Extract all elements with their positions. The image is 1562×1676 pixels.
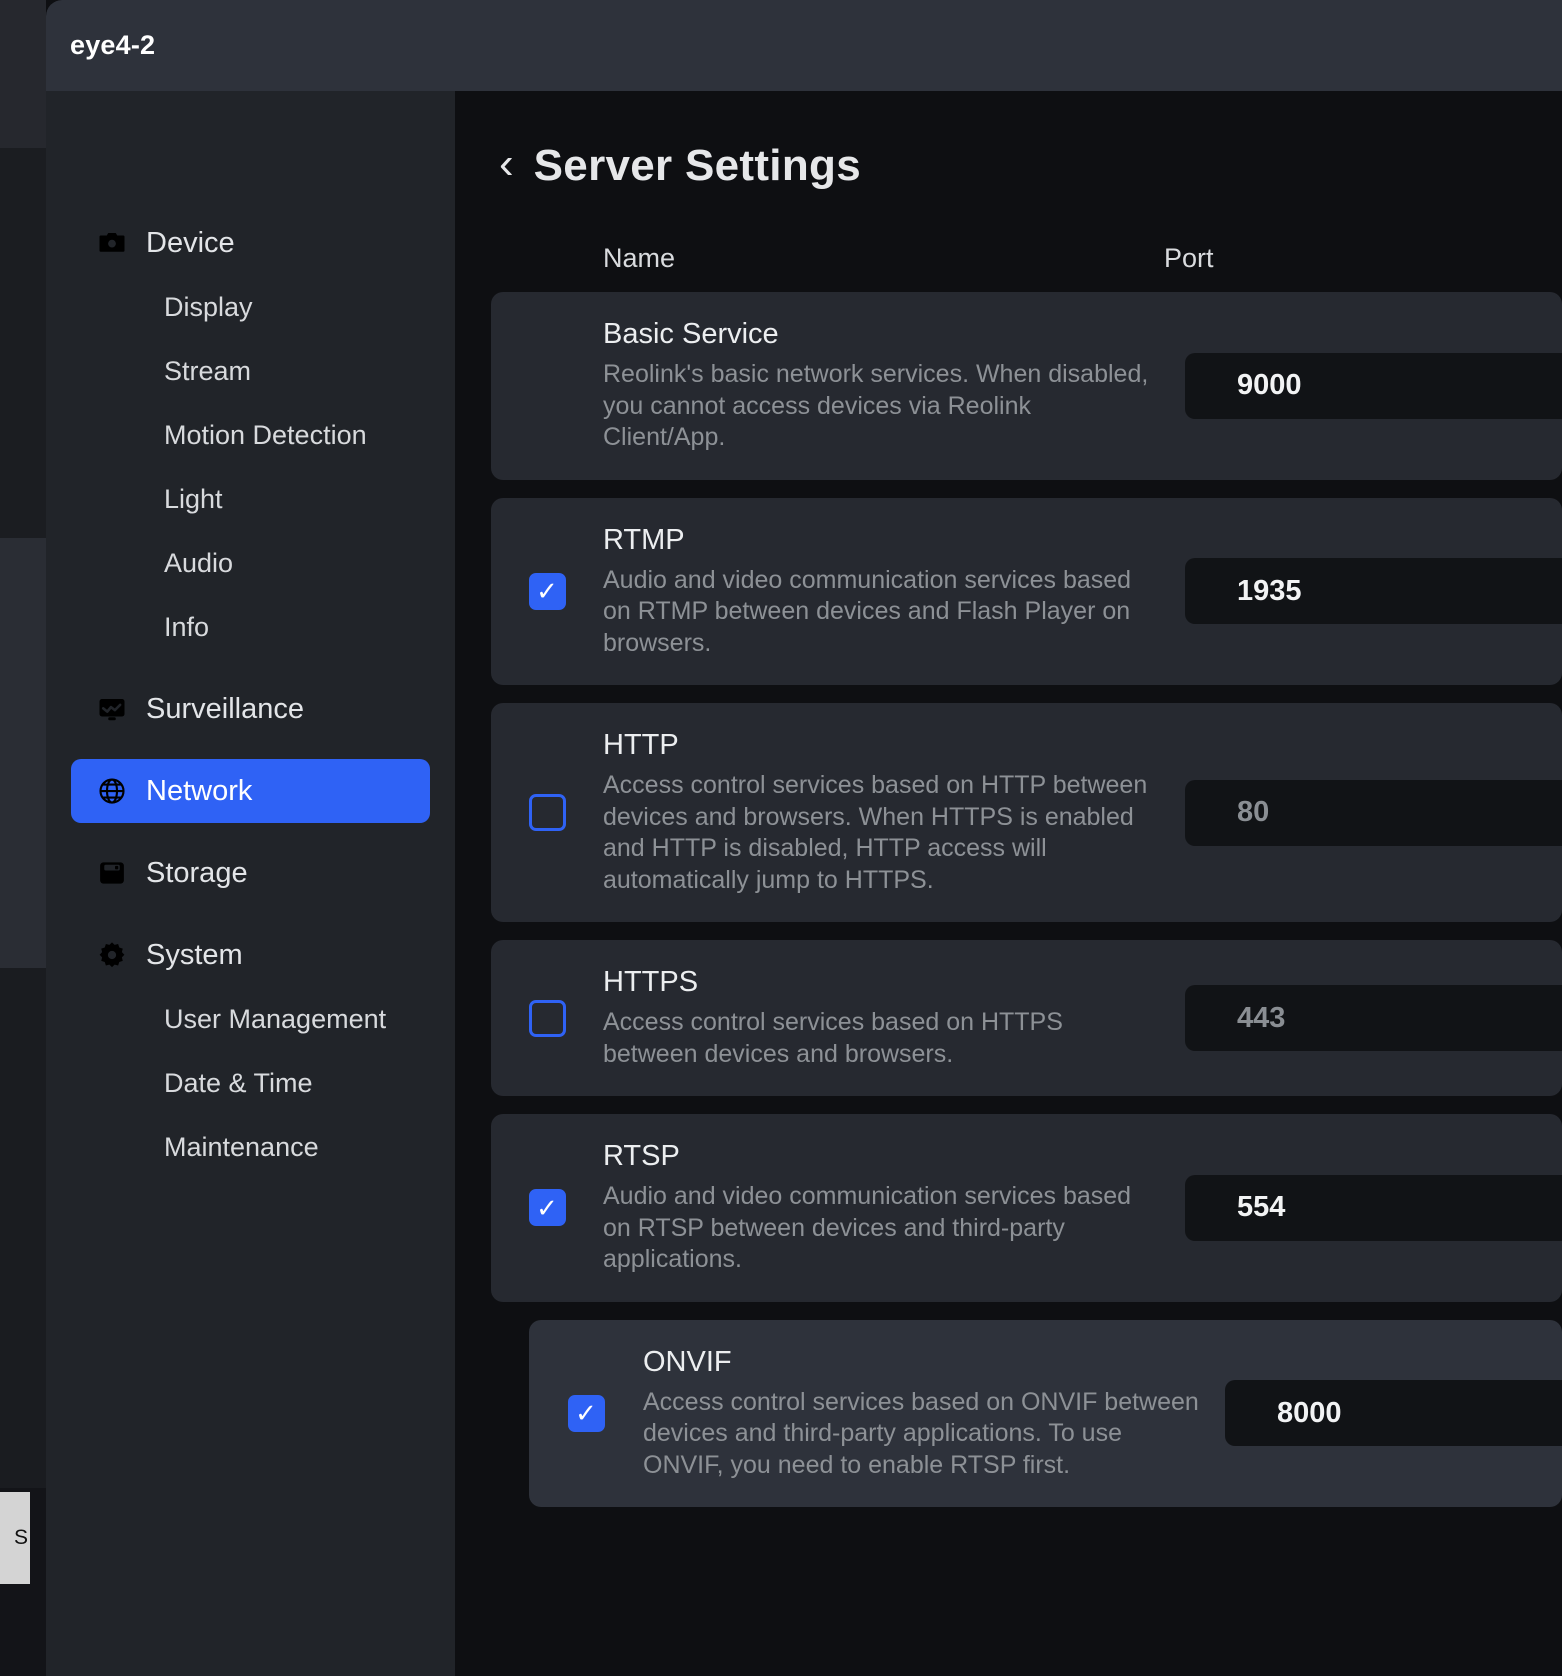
- column-header-port: Port: [1164, 243, 1214, 273]
- service-enable-checkbox[interactable]: ✓: [528, 572, 566, 610]
- service-checkbox-cell: ✓: [491, 1189, 603, 1227]
- checkmark-icon: ✓: [536, 576, 558, 607]
- globe-icon: [97, 776, 127, 806]
- sidebar-navigation: Device Display Stream Motion Detection Light…: [46, 91, 455, 1676]
- service-text-cell: HTTPS Access control services based on HT…: [603, 966, 1159, 1070]
- service-port-input[interactable]: 80: [1185, 779, 1562, 846]
- service-row: ✓ ONVIF Access control services based on O…: [529, 1319, 1562, 1507]
- sidebar-item-audio[interactable]: Audio: [46, 531, 455, 595]
- service-text-cell: Basic Service Reolink's basic network ser…: [603, 318, 1159, 454]
- service-port-cell: 554: [1159, 1174, 1562, 1241]
- service-text-cell: RTSP Audio and video communication servic…: [603, 1140, 1159, 1276]
- service-checkbox-cell: ✓: [529, 1394, 643, 1432]
- service-checkbox-cell: ✓: [491, 794, 603, 831]
- service-port-input[interactable]: 443: [1185, 985, 1562, 1051]
- sidebar-item-surveillance[interactable]: Surveillance: [71, 677, 430, 741]
- application-window: eye4-2 Device Display Stream Motion Detecti…: [46, 0, 1562, 1676]
- table-column-headers: Name Port: [455, 243, 1562, 274]
- service-enable-checkbox[interactable]: ✓: [567, 1394, 605, 1432]
- service-list: Basic Service Reolink's basic network ser…: [455, 292, 1562, 1507]
- service-description: Access control services based on ONVIF b…: [643, 1387, 1199, 1479]
- service-row: ✓ HTTP Access control services based on HT…: [491, 703, 1562, 922]
- service-port-cell: 443: [1159, 985, 1562, 1051]
- sidebar-item-light[interactable]: Light: [46, 467, 455, 531]
- page-header: ‹ Server Settings: [455, 91, 1562, 191]
- service-row: ✓ HTTPS Access control services based on H…: [491, 940, 1562, 1096]
- service-text-cell: HTTP Access control services based on HTT…: [603, 729, 1159, 896]
- disk-icon: [97, 858, 127, 888]
- column-header-name: Name: [603, 243, 676, 273]
- sidebar-item-network[interactable]: Network: [71, 759, 430, 823]
- camera-icon: [97, 228, 127, 258]
- service-port-input[interactable]: 554: [1185, 1174, 1562, 1241]
- service-row: Basic Service Reolink's basic network ser…: [491, 292, 1562, 480]
- service-text-cell: ONVIF Access control services based on ON…: [643, 1346, 1199, 1482]
- service-port-input[interactable]: 1935: [1185, 558, 1562, 625]
- service-enable-checkbox[interactable]: ✓: [528, 1189, 566, 1227]
- background-window-sliver-top: [0, 0, 46, 148]
- service-description: Access control services based on HTTPS b…: [603, 1008, 1063, 1068]
- background-window-sliver-lower: [0, 968, 46, 1488]
- sidebar-item-label: Network: [146, 774, 253, 807]
- service-port-input[interactable]: 8000: [1225, 1380, 1562, 1447]
- service-description: Access control services based on HTTP be…: [603, 771, 1148, 894]
- service-port-cell: 80: [1159, 779, 1562, 846]
- service-text-cell: RTMP Audio and video communication servic…: [603, 524, 1159, 660]
- sidebar-item-display[interactable]: Display: [46, 275, 455, 339]
- sidebar-item-stream[interactable]: Stream: [46, 339, 455, 403]
- sidebar-item-date-time[interactable]: Date & Time: [46, 1051, 455, 1115]
- service-description: Audio and video communication services b…: [603, 1182, 1132, 1273]
- service-enable-checkbox[interactable]: ✓: [528, 794, 566, 831]
- service-port-cell: 9000: [1159, 352, 1562, 419]
- sidebar-item-label: Device: [146, 226, 235, 259]
- sidebar-item-motion-detection[interactable]: Motion Detection: [46, 403, 455, 467]
- window-titlebar: eye4-2: [46, 0, 1562, 91]
- service-name: HTTPS: [603, 966, 699, 998]
- sidebar-item-label: Surveillance: [146, 692, 304, 725]
- service-port-cell: 1935: [1159, 558, 1562, 625]
- gear-icon: [97, 940, 127, 970]
- monitor-icon: [97, 694, 127, 724]
- sidebar-item-storage[interactable]: Storage: [71, 841, 430, 905]
- sidebar-item-user-management[interactable]: User Management: [46, 987, 455, 1051]
- sidebar-item-system[interactable]: System: [71, 923, 430, 987]
- background-taskbar-chip[interactable]: S: [0, 1492, 30, 1584]
- content-pane: ‹ Server Settings Name Port Basic Servic…: [455, 91, 1562, 1676]
- background-window-sliver-middle: [0, 538, 46, 968]
- sidebar-item-info[interactable]: Info: [46, 595, 455, 659]
- service-checkbox-cell: ✓: [491, 572, 603, 610]
- back-chevron-icon[interactable]: ‹: [499, 142, 514, 186]
- service-port-input[interactable]: 9000: [1185, 352, 1562, 419]
- service-port-cell: 8000: [1199, 1380, 1562, 1447]
- window-body: Device Display Stream Motion Detection Light…: [46, 91, 1562, 1676]
- sidebar-item-device[interactable]: Device: [71, 211, 430, 275]
- checkmark-icon: ✓: [536, 1192, 558, 1223]
- checkmark-icon: ✓: [575, 1398, 597, 1429]
- service-row: ✓ RTSP Audio and video communication servi…: [491, 1114, 1562, 1302]
- service-description: Audio and video communication services b…: [603, 565, 1132, 657]
- service-name: ONVIF: [643, 1345, 732, 1378]
- page-title: Server Settings: [533, 141, 861, 190]
- sidebar-item-label: Storage: [146, 856, 248, 889]
- service-name: HTTP: [603, 729, 679, 761]
- service-row: ✓ RTMP Audio and video communication servi…: [491, 497, 1562, 685]
- service-description: Reolink's basic network services. When d…: [603, 360, 1149, 451]
- service-name: RTMP: [603, 523, 685, 556]
- sidebar-item-maintenance[interactable]: Maintenance: [46, 1115, 455, 1179]
- service-name: Basic Service: [603, 318, 779, 350]
- window-title: eye4-2: [70, 30, 156, 60]
- sidebar-item-label: System: [146, 938, 243, 971]
- service-enable-checkbox[interactable]: ✓: [528, 999, 566, 1037]
- background-window-sliver-upper: [0, 148, 46, 538]
- service-checkbox-cell: ✓: [491, 999, 603, 1037]
- service-name: RTSP: [603, 1140, 680, 1172]
